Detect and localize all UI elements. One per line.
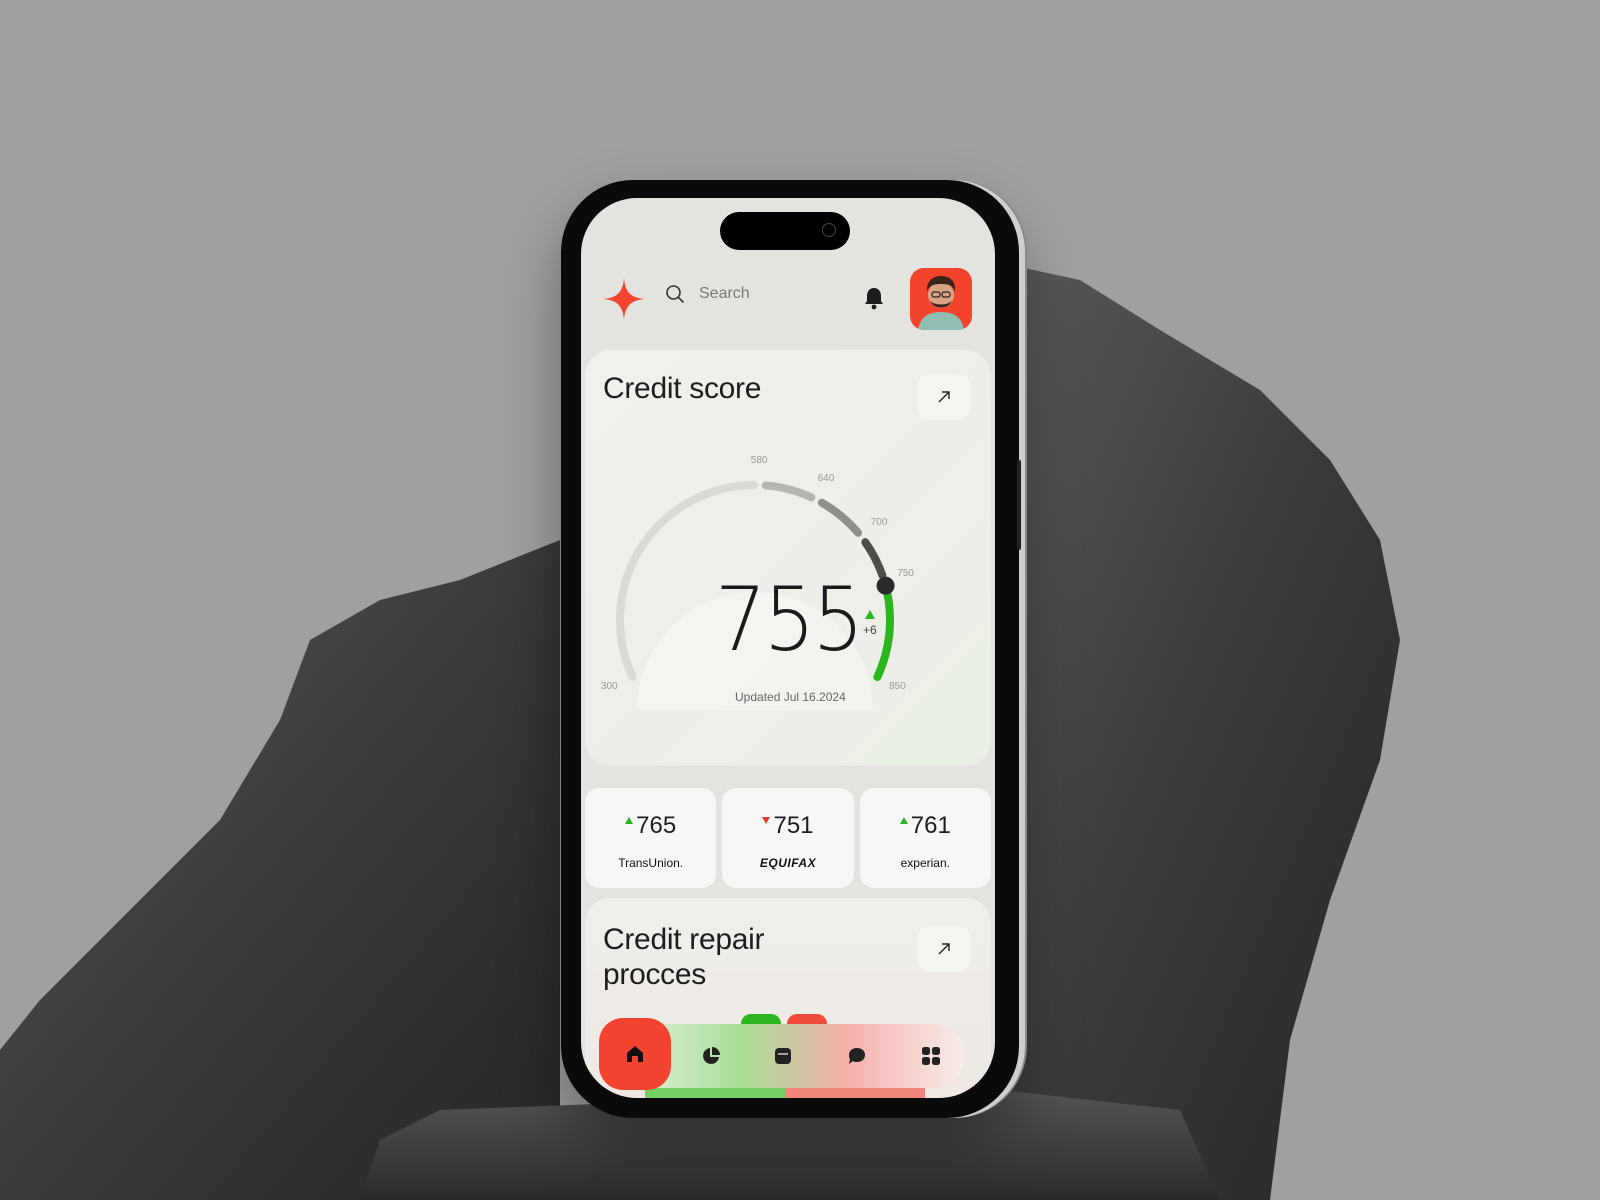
bureau-score: 761 xyxy=(910,812,951,839)
bureau-card-equifax[interactable]: 751 EQUIFAX xyxy=(722,788,854,888)
wallet-icon xyxy=(775,1048,791,1064)
credit-score-card: Credit score 755 +6 Updated Jul 16.2024 … xyxy=(585,350,991,766)
user-photo xyxy=(918,276,964,330)
bureau-scores: 765 TransUnion. 751 EQUIFAX 761 experian… xyxy=(585,788,991,888)
arrow-up-right-icon xyxy=(938,943,950,955)
gauge-tick-label: 850 xyxy=(889,681,906,693)
gauge-tick-label: 700 xyxy=(870,516,888,528)
nav-analytics[interactable] xyxy=(699,1044,723,1068)
gauge-segment-750-850 xyxy=(873,578,894,682)
gauge-tick-label: 640 xyxy=(817,472,835,484)
home-icon xyxy=(627,1046,643,1062)
equifax-logo: EQUIFAX xyxy=(759,856,817,870)
credit-repair-title: Credit repair procces xyxy=(603,922,764,992)
bureau-card-experian[interactable]: 761 experian. xyxy=(859,788,991,888)
bureau-score: 751 xyxy=(773,812,814,839)
gauge-segment-640-700 xyxy=(817,498,863,537)
trend-up-icon xyxy=(625,817,634,824)
grid-icon xyxy=(922,1047,940,1065)
bottom-nav xyxy=(599,1018,965,1090)
gauge-tick-label: 580 xyxy=(750,455,768,467)
gauge-segment-580-640 xyxy=(761,481,816,502)
nav-apps[interactable] xyxy=(919,1044,943,1068)
score-delta-value: +6 xyxy=(863,623,877,637)
credit-repair-title-line1: Credit repair xyxy=(603,923,765,956)
credit-score-title: Credit score xyxy=(603,372,762,405)
top-bar: Search xyxy=(581,264,995,334)
trend-up-icon xyxy=(864,610,875,619)
arrow-up-right-icon xyxy=(938,391,950,403)
phone-frame: Search Credit score 755 +6 Updated Jul 1… xyxy=(561,180,1021,1118)
trend-up-icon xyxy=(899,817,908,824)
search-bar[interactable]: Search xyxy=(665,284,750,304)
credit-repair-expand-button[interactable] xyxy=(917,926,971,972)
nav-home[interactable] xyxy=(599,1018,671,1090)
avatar[interactable] xyxy=(910,268,972,330)
gauge-segment-700-750 xyxy=(861,538,887,580)
updated-date: Updated Jul 16.2024 xyxy=(735,690,846,704)
transunion-logo: TransUnion. xyxy=(618,856,684,870)
score-marker xyxy=(876,576,895,595)
pie-chart-icon xyxy=(703,1047,720,1064)
experian-logo: experian. xyxy=(900,856,950,870)
camera-icon xyxy=(822,223,836,237)
power-button xyxy=(1017,460,1021,550)
phone-screen: Search Credit score 755 +6 Updated Jul 1… xyxy=(581,198,995,1098)
credit-score-expand-button[interactable] xyxy=(917,374,971,420)
credit-repair-title-line2: procces xyxy=(603,958,706,991)
search-icon xyxy=(666,285,684,303)
nav-wallet[interactable] xyxy=(771,1044,795,1068)
search-input[interactable]: Search xyxy=(699,285,750,303)
score-delta: +6 xyxy=(863,610,877,637)
bureau-card-transunion[interactable]: 765 TransUnion. xyxy=(585,788,717,888)
bureau-score: 765 xyxy=(636,812,677,839)
trend-down-icon xyxy=(762,817,771,824)
sparkle-logo-icon[interactable] xyxy=(601,276,647,322)
credit-gauge: 755 +6 Updated Jul 16.2024 300 580 640 700 7… xyxy=(601,455,985,720)
bell-icon[interactable] xyxy=(863,286,885,310)
gauge-tick-label: 750 xyxy=(897,567,914,579)
chat-icon xyxy=(849,1048,865,1064)
gauge-tick-label: 300 xyxy=(600,681,618,693)
dynamic-island xyxy=(720,212,850,250)
nav-chat[interactable] xyxy=(845,1044,869,1068)
credit-score-value: 755 xyxy=(715,568,864,671)
